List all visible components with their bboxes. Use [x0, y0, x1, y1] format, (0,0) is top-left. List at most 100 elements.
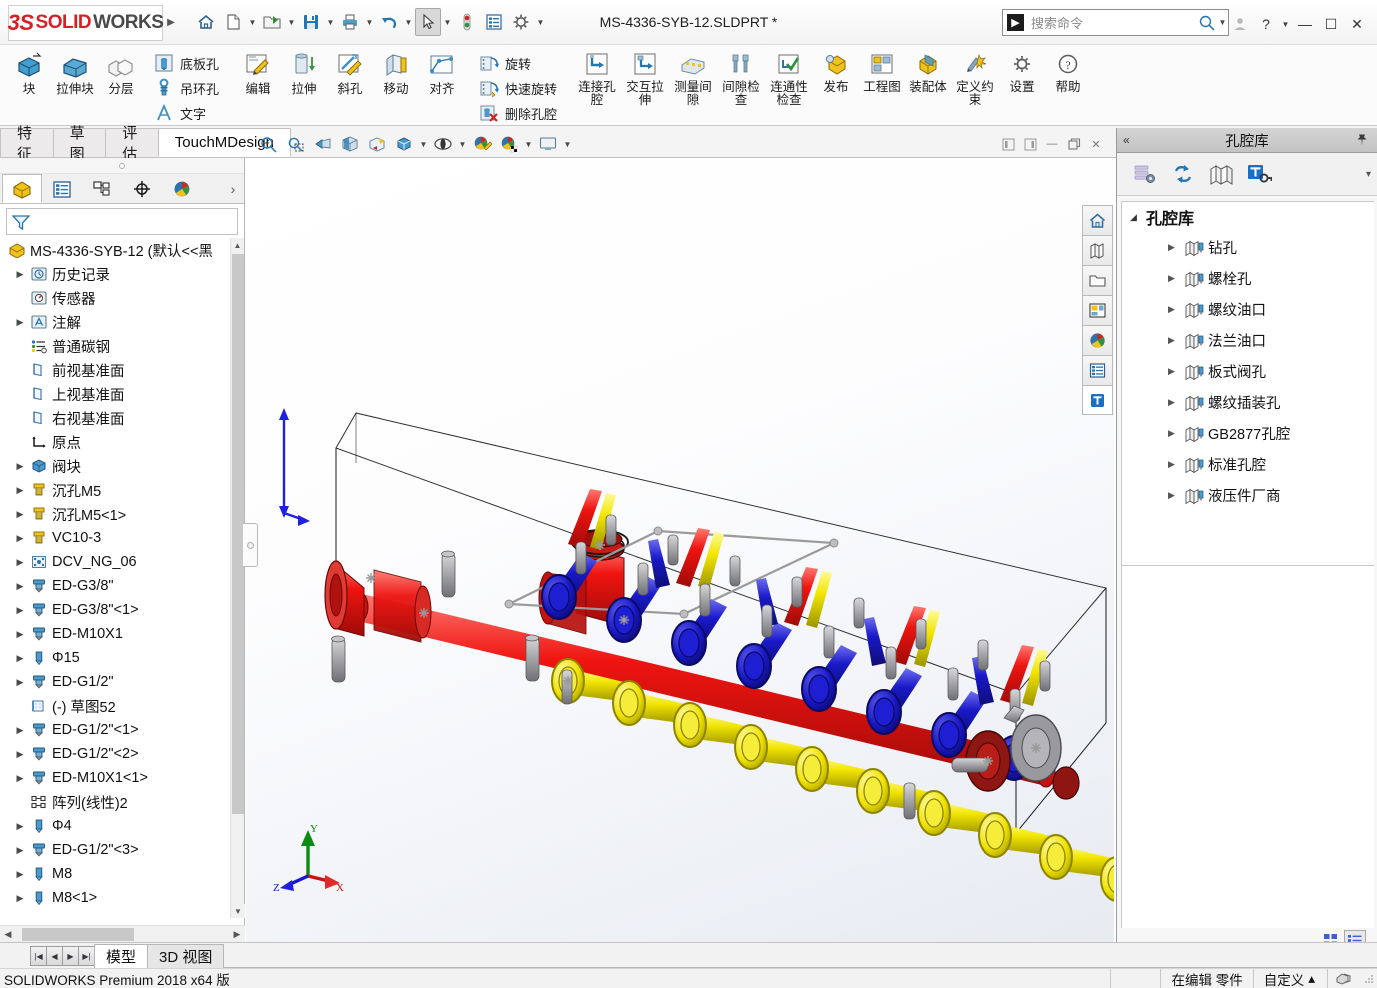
undo-icon[interactable]: [376, 8, 402, 36]
first-tab-icon[interactable]: |◀: [30, 946, 47, 966]
scroll-thumb-horizontal[interactable]: [22, 927, 134, 941]
user-account-icon[interactable]: [1228, 12, 1252, 36]
hide-show-items-icon[interactable]: [430, 132, 456, 156]
section-view-icon[interactable]: [337, 132, 363, 156]
tree-item-ed-g12-2[interactable]: ▶ ED-G1/2"<2>: [4, 742, 230, 766]
ribbon-rotate-button[interactable]: 旋转: [475, 51, 561, 75]
graphics-viewport[interactable]: Y X Z: [246, 158, 1114, 942]
tree-item-m8-1[interactable]: ▶ M8<1>: [4, 886, 230, 910]
expand-arrow-icon[interactable]: ▶: [12, 533, 28, 544]
refresh-icon[interactable]: [1169, 159, 1197, 189]
menu-expand-arrow-icon[interactable]: ▶: [163, 17, 179, 28]
display-style-icon[interactable]: [391, 132, 417, 156]
prev-tab-icon[interactable]: ◀: [46, 946, 63, 966]
scroll-up-icon[interactable]: ▲: [231, 238, 244, 252]
tree-item-ed-g38-1[interactable]: ▶ ED-G3/8"<1>: [4, 598, 230, 622]
restore-icon[interactable]: [1064, 134, 1084, 154]
edit-appearance-icon[interactable]: [469, 132, 495, 156]
library-item-bolt-hole[interactable]: ▶ 螺栓孔: [1122, 263, 1374, 294]
hide-show-dropdown-icon[interactable]: ▼: [457, 132, 468, 156]
tree-item-ed-m10x1-1[interactable]: ▶ ED-M10X1<1>: [4, 766, 230, 790]
ribbon-connectivity-check-button[interactable]: 连通性 检查: [765, 48, 813, 110]
library-item-plate-valve-hole[interactable]: ▶ 板式阀孔: [1122, 356, 1374, 387]
collapse-panel-icon[interactable]: «: [1123, 133, 1141, 147]
tree-item-origin[interactable]: 原点: [4, 430, 230, 454]
ribbon-text-button[interactable]: 文字: [150, 101, 223, 125]
library-item-flange-port[interactable]: ▶ 法兰油口: [1122, 325, 1374, 356]
tab-3d-views[interactable]: 3D 视图: [147, 944, 225, 968]
expand-arrow-icon[interactable]: ▶: [12, 509, 28, 520]
expand-arrow-icon[interactable]: ▶: [1168, 335, 1182, 346]
tree-item-material[interactable]: 普通碳钢: [4, 334, 230, 358]
tree-item-phi15[interactable]: ▶ Φ15: [4, 646, 230, 670]
expand-arrow-icon[interactable]: ▶: [12, 845, 28, 856]
tab-evaluate[interactable]: 评估: [105, 125, 159, 163]
tree-item-phi4[interactable]: ▶ Φ4: [4, 814, 230, 838]
pin-icon[interactable]: [1353, 133, 1371, 147]
expand-arrow-icon[interactable]: ▶: [1168, 459, 1182, 470]
apply-scene-icon[interactable]: [496, 132, 522, 156]
ribbon-interactive-extrude-button[interactable]: 交互拉 伸: [621, 48, 669, 110]
tree-item-valve-block[interactable]: ▶ 阀块: [4, 454, 230, 478]
ribbon-assembly-button[interactable]: 装配体: [905, 48, 951, 97]
expand-arrow-icon[interactable]: ▶: [12, 485, 28, 496]
solidworks-logo[interactable]: 3S SOLID WORKS: [8, 5, 164, 41]
expand-arrow-icon[interactable]: ▶: [12, 605, 28, 616]
ribbon-layer-button[interactable]: 分层: [98, 48, 144, 99]
print-icon[interactable]: [337, 8, 363, 36]
ribbon-connect-hole-button[interactable]: 连接孔 腔: [573, 48, 621, 110]
feature-tree-filter[interactable]: [6, 208, 238, 235]
library-tree-root[interactable]: ◢ 孔腔库: [1122, 202, 1374, 232]
tree-item-ed-g12-3[interactable]: ▶ ED-G1/2"<3>: [4, 838, 230, 862]
scroll-right-icon[interactable]: ▶: [229, 929, 245, 940]
custom-properties-icon[interactable]: [1082, 355, 1113, 385]
home-icon[interactable]: [1082, 205, 1113, 235]
tab-configuration-manager[interactable]: [82, 174, 122, 203]
display-style-dropdown-icon[interactable]: ▼: [418, 132, 429, 156]
select-dropdown-icon[interactable]: ▼: [442, 8, 453, 36]
settings-gear-icon[interactable]: [508, 8, 534, 36]
library-item-cartridge-hole[interactable]: ▶ 螺纹插装孔: [1122, 387, 1374, 418]
expand-arrow-icon[interactable]: ▶: [12, 629, 28, 640]
ribbon-base-plate-hole-button[interactable]: 底板孔: [150, 51, 223, 75]
home-icon[interactable]: [193, 8, 219, 36]
tree-item-annotations[interactable]: ▶ 注解: [4, 310, 230, 334]
overlay-icon[interactable]: [1327, 968, 1361, 988]
expand-arrow-icon[interactable]: ▶: [12, 653, 28, 664]
file-explorer-icon[interactable]: [1082, 265, 1113, 295]
rebuild-icon[interactable]: [454, 8, 480, 36]
library-item-drill-hole[interactable]: ▶ 钻孔: [1122, 232, 1374, 263]
panel-splitter-handle[interactable]: [243, 523, 258, 567]
expand-arrow-icon[interactable]: ▶: [1168, 366, 1182, 377]
tree-item-front-plane[interactable]: 前视基准面: [4, 358, 230, 382]
options-list-icon[interactable]: [481, 8, 507, 36]
custom-state-caret-icon[interactable]: ▴: [1308, 969, 1327, 988]
open-dropdown-icon[interactable]: ▼: [286, 8, 297, 36]
expand-arrow-icon[interactable]: ▶: [12, 317, 28, 328]
previous-view-icon[interactable]: [310, 132, 336, 156]
ribbon-define-constraint-button[interactable]: 定义约 束: [951, 48, 999, 110]
library-item-gb2877-cavity[interactable]: ▶ GB2877孔腔: [1122, 418, 1374, 449]
feature-tree-horizontal-scrollbar[interactable]: ◀ ▶: [0, 925, 245, 942]
feature-manager-more-tabs-icon[interactable]: ›: [222, 174, 244, 203]
expand-arrow-icon[interactable]: ▶: [12, 581, 28, 592]
tree-item-ed-m10x1[interactable]: ▶ ED-M10X1: [4, 622, 230, 646]
touchm-key-icon[interactable]: [1245, 159, 1273, 189]
library-item-threaded-port[interactable]: ▶ 螺纹油口: [1122, 294, 1374, 325]
new-document-icon[interactable]: [220, 8, 246, 36]
ribbon-help-button[interactable]: ? 帮助: [1045, 48, 1091, 97]
tree-item-vc10-3[interactable]: ▶ VC10-3: [4, 526, 230, 550]
ribbon-drawing-button[interactable]: 工程图: [859, 48, 905, 97]
tree-item-ed-g12-1[interactable]: ▶ ED-G1/2"<1>: [4, 718, 230, 742]
custom-state-label[interactable]: 自定义: [1252, 968, 1309, 988]
ribbon-angled-hole-button[interactable]: 斜孔: [327, 48, 373, 99]
tree-item-counterbore-m5[interactable]: ▶ 沉孔M5: [4, 478, 230, 502]
tree-item-linear-pattern2[interactable]: 阵列(线性)2: [4, 790, 230, 814]
view-orientation-icon[interactable]: [364, 132, 390, 156]
close-icon[interactable]: ✕: [1086, 134, 1106, 154]
expand-arrow-icon[interactable]: ▶: [1168, 397, 1182, 408]
tab-dimxpert-manager[interactable]: [122, 174, 162, 203]
expand-arrow-icon[interactable]: ▶: [1168, 273, 1182, 284]
ribbon-clearance-check-button[interactable]: 间隙检 查: [717, 48, 765, 110]
help-icon[interactable]: ?: [1254, 12, 1278, 36]
